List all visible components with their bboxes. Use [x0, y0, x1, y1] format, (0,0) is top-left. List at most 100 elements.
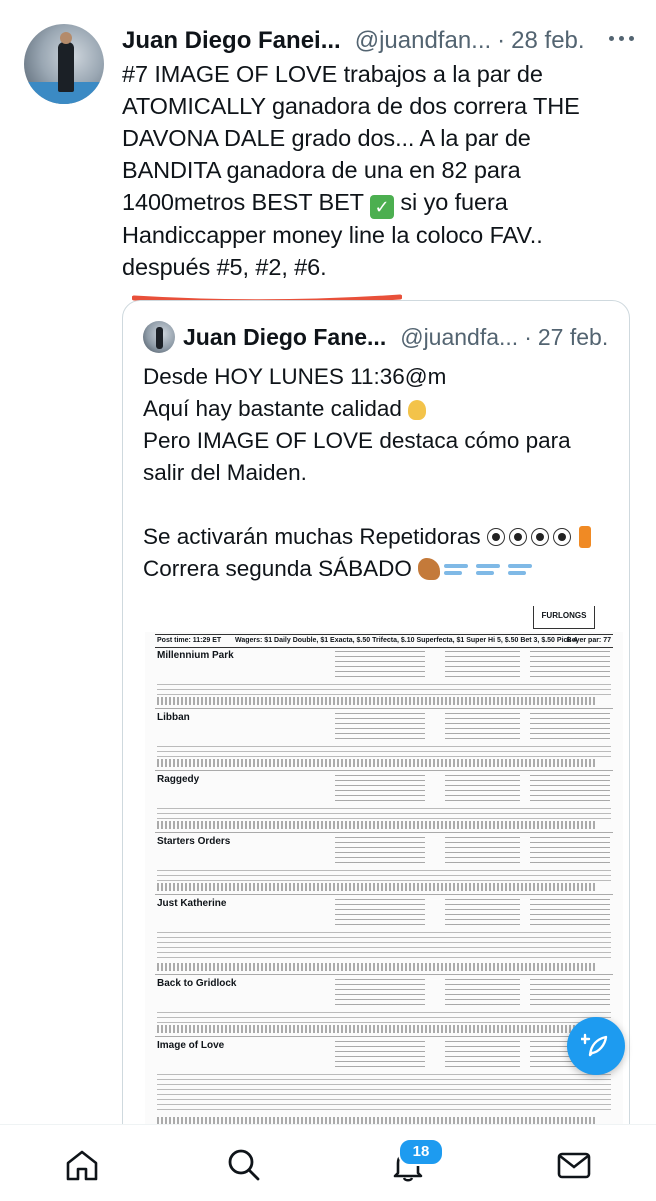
quoted-author-avatar[interactable] — [143, 321, 175, 353]
horse-racing-icon — [418, 558, 441, 580]
stats-lines — [530, 899, 610, 929]
ok-hand-icon — [408, 400, 427, 420]
horse-entry: Libban — [155, 710, 613, 771]
quoted-line: salir del Maiden. — [143, 460, 307, 485]
horse-entry: Starters Orders — [155, 834, 613, 895]
tweet-header: Juan Diego Fanei... @juandfan... · 28 fe… — [122, 24, 636, 58]
pedigree-lines — [335, 651, 425, 681]
record-lines — [445, 713, 520, 743]
pedigree-lines — [335, 837, 425, 867]
record-lines — [445, 775, 520, 805]
tweet-line: BANDITA ganadora de una en 82 para — [122, 157, 521, 183]
quoted-line: Desde HOY LUNES 11:36@m — [143, 364, 447, 389]
past-performance-lines — [157, 1074, 611, 1114]
workouts-line — [157, 697, 597, 705]
quoted-line-text: Se activarán muchas Repetidoras — [143, 524, 481, 549]
stats-lines — [530, 837, 610, 867]
record-lines — [445, 979, 520, 1009]
quoted-line: Correra segunda SÁBADO — [143, 553, 613, 585]
dash-icon — [444, 561, 472, 579]
eyes-icon — [552, 528, 571, 546]
horse-name: Libban — [157, 712, 190, 723]
author-handle[interactable]: @juandfan... — [355, 27, 491, 55]
pedigree-lines — [335, 713, 425, 743]
workouts-line — [157, 759, 597, 767]
past-performance-lines — [157, 746, 611, 760]
horse-name: Just Katherine — [157, 898, 227, 909]
horse-name: Back to Gridlock — [157, 978, 237, 989]
tweet-line-text: 1400metros BEST BET — [122, 189, 364, 215]
author-name[interactable]: Juan Diego Fanei... — [122, 27, 341, 55]
tweet-line: ATOMICALLY ganadora de dos correra THE — [122, 93, 580, 119]
notification-count-badge: 18 — [398, 1138, 444, 1166]
quoted-line: Pero IMAGE OF LOVE destaca cómo para — [143, 428, 571, 453]
stats-lines — [530, 651, 610, 681]
racing-form-image[interactable]: FURLONGS Post time: 11:29 ET Wagers: $1 … — [145, 606, 623, 1141]
more-options-icon[interactable] — [609, 36, 634, 41]
record-lines — [445, 651, 520, 681]
wagers: Wagers: $1 Daily Double, $1 Exacta, $.50… — [235, 637, 578, 644]
separator: · — [524, 323, 532, 350]
messages-icon[interactable] — [554, 1145, 594, 1185]
tweet-line-text: si yo fuera — [393, 189, 508, 215]
horse-entry: Just Katherine — [155, 896, 613, 975]
separator: · — [497, 27, 506, 54]
quoted-author-handle[interactable]: @juandfa... — [400, 324, 518, 351]
horse-entry: Raggedy — [155, 772, 613, 833]
pedigree-lines — [335, 899, 425, 929]
tweet-line: DAVONA DALE grado dos... A la par de — [122, 125, 531, 151]
check-mark-icon: ✓ — [369, 195, 394, 219]
avatar-figure — [58, 42, 74, 92]
race-info-bar: Post time: 11:29 ET Wagers: $1 Daily Dou… — [155, 634, 613, 648]
dash-icon — [476, 561, 504, 579]
tweet-date[interactable]: 28 feb. — [511, 27, 584, 55]
workouts-line — [157, 1025, 597, 1033]
quoted-tweet-date[interactable]: 27 feb. — [538, 324, 608, 351]
eyes-icon — [486, 528, 505, 546]
furlongs-logo: FURLONGS — [533, 606, 595, 629]
record-lines — [445, 837, 520, 867]
past-performance-lines — [157, 932, 611, 960]
tweet-line: #7 IMAGE OF LOVE trabajos a la par de — [122, 61, 543, 87]
past-performance-lines — [157, 1012, 611, 1026]
tweet-line: después #5, #2, #6. — [122, 254, 327, 280]
quoted-line-text: Correra segunda SÁBADO — [143, 556, 412, 581]
past-performance-lines — [157, 684, 611, 698]
workouts-line — [157, 963, 597, 971]
compose-button[interactable] — [567, 1017, 625, 1075]
avatar-head — [60, 32, 72, 44]
record-lines — [445, 899, 520, 929]
quoted-line: Aquí hay bastante calidad — [143, 393, 613, 425]
tweet-text: #7 IMAGE OF LOVE trabajos a la par de AT… — [122, 58, 642, 283]
quoted-tweet-text: Desde HOY LUNES 11:36@m Aquí hay bastant… — [143, 361, 613, 585]
workouts-line — [157, 883, 597, 891]
past-performance-lines — [157, 870, 611, 884]
horse-name: Image of Love — [157, 1040, 225, 1051]
record-lines — [445, 1041, 520, 1071]
dash-icon — [508, 561, 536, 579]
feather-plus-icon — [581, 1033, 608, 1057]
stats-lines — [530, 979, 610, 1009]
horse-name: Raggedy — [157, 774, 200, 785]
avatar-figure — [156, 327, 163, 349]
search-icon[interactable] — [224, 1145, 264, 1185]
past-performance-lines — [157, 808, 611, 822]
quoted-author-name[interactable]: Juan Diego Fane... — [183, 324, 386, 351]
pedigree-lines — [335, 775, 425, 805]
stats-lines — [530, 713, 610, 743]
quoted-tweet-header: Juan Diego Fane... @juandfa... · 27 feb. — [183, 319, 619, 355]
horse-entry: Back to Gridlock — [155, 976, 613, 1037]
bottom-navigation — [0, 1124, 656, 1201]
horse-name: Starters Orders — [157, 836, 231, 847]
tweet-line: Handiccapper money line la coloco FAV.. — [122, 222, 543, 248]
pedigree-lines — [335, 979, 425, 1009]
horse-entry: Millennium Park — [155, 648, 613, 709]
author-avatar[interactable] — [24, 24, 104, 104]
eyes-icon — [508, 528, 527, 546]
quoted-tweet[interactable]: Juan Diego Fane... @juandfa... · 27 feb.… — [122, 300, 630, 1142]
tweet-line: 1400metros BEST BET ✓ si yo fuera — [122, 186, 642, 219]
beyer-par: Beyer par: 77 — [566, 637, 611, 644]
home-icon[interactable] — [62, 1145, 102, 1185]
phone-icon — [578, 526, 591, 548]
